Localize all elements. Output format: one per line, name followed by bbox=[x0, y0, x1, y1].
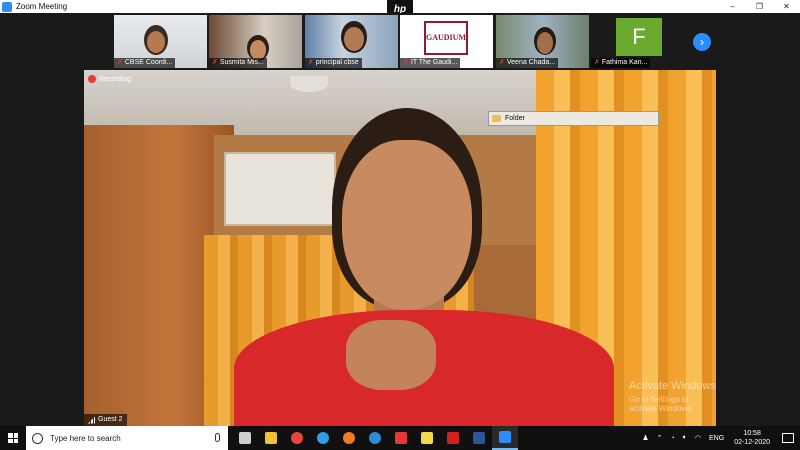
activate-windows-watermark: Activate Windows Go to Settings to activ… bbox=[629, 380, 716, 413]
next-page-arrow-icon[interactable]: › bbox=[693, 33, 711, 51]
active-speaker-video[interactable]: Recording Folder Activate Windows Go to … bbox=[84, 70, 716, 426]
network-icon[interactable]: ◔ bbox=[670, 435, 674, 442]
show-hidden-icons-icon[interactable]: ⌃ bbox=[657, 434, 663, 442]
participant-name: ✗ CBSE Coordi... bbox=[114, 58, 176, 68]
sticky-notes-icon[interactable] bbox=[414, 426, 440, 450]
microphone-icon[interactable] bbox=[215, 433, 220, 442]
ceiling-lamp bbox=[290, 76, 328, 92]
people-icon[interactable]: ♟ bbox=[642, 434, 648, 442]
participant-tile[interactable]: ✗ Susmita Mis... bbox=[209, 15, 302, 68]
participant-tile[interactable]: ✗ CBSE Coordi... bbox=[114, 15, 207, 68]
search-icon bbox=[32, 432, 43, 444]
folder-tooltip[interactable]: Folder bbox=[488, 111, 659, 126]
participant-avatar: F bbox=[616, 18, 662, 56]
edge-icon[interactable] bbox=[310, 426, 336, 450]
participant-name: ✗ Susmita Mis... bbox=[209, 58, 267, 68]
muted-mic-icon: ✗ bbox=[594, 59, 600, 66]
participant-tile[interactable]: F ✗ Fathima Kan... bbox=[591, 15, 684, 68]
school-logo: GAUDIUM bbox=[424, 21, 468, 55]
participant-name: ✗ Fathima Kan... bbox=[591, 58, 651, 68]
file-explorer-icon[interactable] bbox=[258, 426, 284, 450]
folder-label: Folder bbox=[505, 115, 525, 122]
muted-mic-icon: ✗ bbox=[403, 59, 409, 66]
wall-art bbox=[224, 152, 336, 226]
start-button[interactable] bbox=[0, 426, 26, 450]
ie-icon[interactable] bbox=[362, 426, 388, 450]
participant-tile[interactable]: ✗ Veena Chada... bbox=[496, 15, 589, 68]
windows-logo-icon bbox=[8, 433, 18, 443]
folder-icon bbox=[492, 115, 501, 122]
participant-name: ✗ principal cbse bbox=[305, 58, 362, 68]
recording-indicator: Recording bbox=[88, 75, 131, 83]
taskbar-apps bbox=[232, 426, 518, 450]
acrobat-icon[interactable] bbox=[440, 426, 466, 450]
window-title: Zoom Meeting bbox=[16, 2, 68, 11]
word-icon[interactable] bbox=[466, 426, 492, 450]
taskbar-search[interactable]: Type here to search bbox=[26, 426, 228, 450]
muted-mic-icon: ✗ bbox=[212, 59, 218, 66]
window-controls: – ❐ ✕ bbox=[719, 0, 800, 13]
signal-strength-icon bbox=[88, 416, 95, 424]
speaker-name: Guest 2 bbox=[98, 416, 123, 423]
speaker-name-label: Guest 2 bbox=[84, 414, 127, 426]
recording-label: Recording bbox=[99, 75, 131, 83]
muted-mic-icon: ✗ bbox=[308, 59, 314, 66]
language-indicator[interactable]: ENG bbox=[709, 435, 724, 442]
chrome-icon[interactable] bbox=[284, 426, 310, 450]
muted-mic-icon: ✗ bbox=[499, 59, 505, 66]
anydesk-icon[interactable] bbox=[388, 426, 414, 450]
participant-name: ✗ Veena Chada... bbox=[496, 58, 559, 68]
wifi-icon[interactable]: ◠ bbox=[695, 434, 701, 442]
minimize-button[interactable]: – bbox=[719, 0, 746, 13]
muted-mic-icon: ✗ bbox=[117, 59, 123, 66]
participant-strip: ✗ CBSE Coordi... ✗ Susmita Mis... ✗ princip… bbox=[0, 13, 800, 69]
search-placeholder: Type here to search bbox=[50, 433, 121, 443]
zoom-icon[interactable] bbox=[492, 426, 518, 450]
task-view-icon[interactable] bbox=[232, 426, 258, 450]
clock[interactable]: 10:58 02-12-2020 bbox=[734, 429, 770, 447]
close-button[interactable]: ✕ bbox=[773, 0, 800, 13]
zoom-app-icon bbox=[2, 1, 12, 12]
activate-subtitle: Go to Settings to activate Windows. bbox=[629, 395, 694, 413]
clock-time: 10:58 bbox=[743, 430, 761, 437]
firefox-icon[interactable] bbox=[336, 426, 362, 450]
taskbar: Type here to search ♟ ⌃ ◔ 🔈︎ ◠ ENG 10:58… bbox=[0, 426, 800, 450]
system-tray: ♟ ⌃ ◔ 🔈︎ ◠ ENG 10:58 02-12-2020 bbox=[638, 426, 800, 450]
notifications-icon[interactable] bbox=[782, 433, 794, 443]
maximize-button[interactable]: ❐ bbox=[746, 0, 773, 13]
recording-dot-icon bbox=[88, 75, 96, 83]
participant-tile[interactable]: GAUDIUM ✗ IT The Gaudi... bbox=[400, 15, 493, 68]
volume-icon[interactable]: 🔈︎ bbox=[683, 434, 687, 442]
participant-name: ✗ IT The Gaudi... bbox=[400, 58, 461, 68]
activate-title: Activate Windows bbox=[629, 380, 716, 392]
clock-date: 02-12-2020 bbox=[734, 439, 770, 446]
participant-tile[interactable]: ✗ principal cbse bbox=[305, 15, 398, 68]
